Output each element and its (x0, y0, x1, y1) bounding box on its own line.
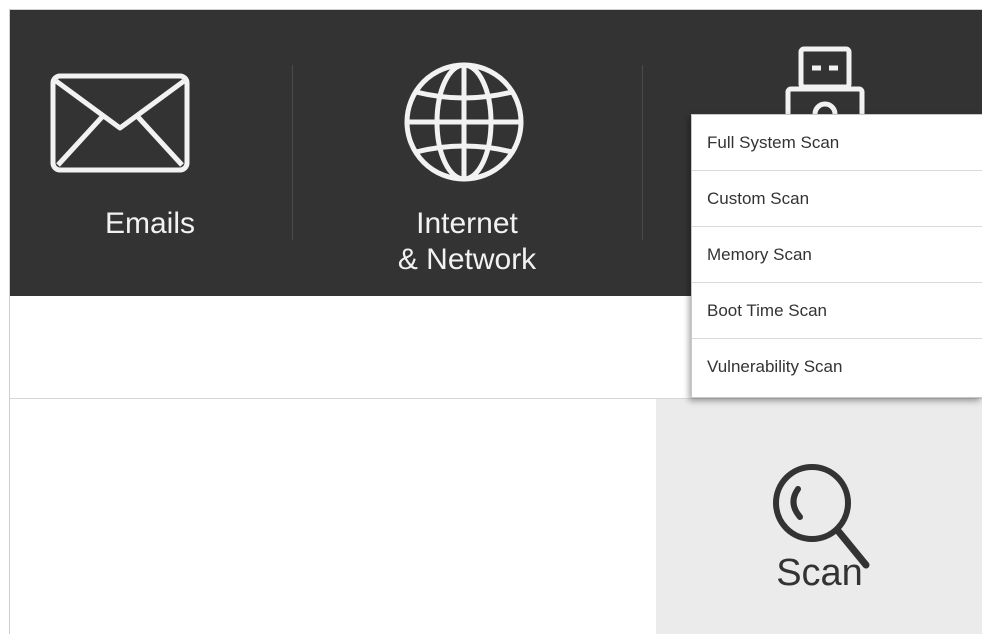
tile-internet-network-label: Internet & Network (397, 207, 537, 276)
envelope-icon (50, 73, 190, 173)
menu-item-vulnerability-scan[interactable]: Vulnerability Scan (692, 339, 982, 395)
menu-item-memory-scan[interactable]: Memory Scan (692, 227, 982, 283)
scan-label: Scan (776, 552, 863, 594)
globe-icon (404, 62, 524, 182)
scan-options-menu: Full System Scan Custom Scan Memory Scan… (691, 114, 982, 398)
menu-item-boot-time-scan[interactable]: Boot Time Scan (692, 283, 982, 339)
scan-button[interactable]: Scan (656, 399, 982, 634)
menu-item-custom-scan[interactable]: Custom Scan (692, 171, 982, 227)
tile-emails-label: Emails (104, 207, 195, 240)
tile-emails[interactable]: Emails (10, 10, 290, 296)
menu-item-full-system-scan[interactable]: Full System Scan (692, 115, 982, 171)
tile-internet-network[interactable]: Internet & Network (293, 10, 641, 296)
